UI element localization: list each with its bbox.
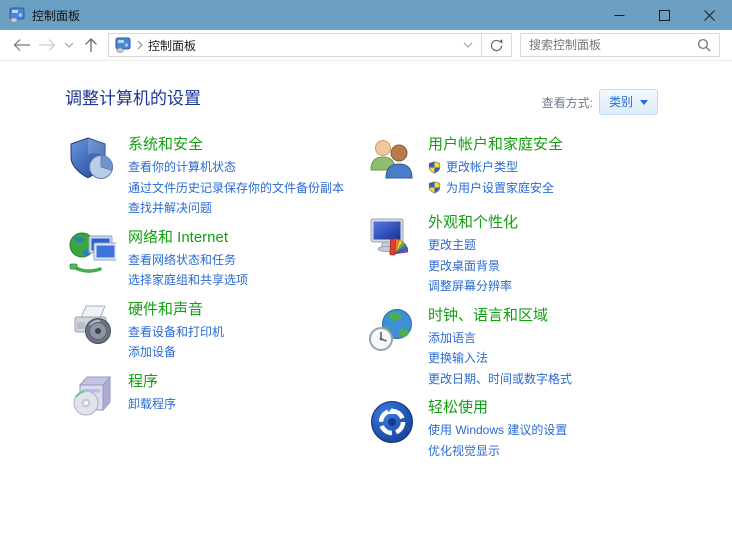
category-sub-link-label: 为用户设置家庭安全 (446, 178, 554, 199)
ease-of-access-icon[interactable] (368, 398, 416, 446)
main-content: 调整计算机的设置 查看方式: 类别 (0, 61, 732, 539)
breadcrumb-arrow-icon[interactable] (137, 40, 143, 50)
programs-icon[interactable] (68, 372, 116, 420)
category-sub-link[interactable]: 为用户设置家庭安全 (428, 178, 563, 199)
view-by-value: 类别 (609, 93, 633, 110)
category-title-link[interactable]: 用户帐户和家庭安全 (428, 133, 563, 157)
category-sub-link[interactable]: 查看你的计算机状态 (128, 157, 344, 178)
minimize-button[interactable] (597, 0, 642, 30)
clock-language-region-icon[interactable] (368, 306, 416, 354)
refresh-button[interactable] (481, 33, 512, 57)
forward-button[interactable] (34, 32, 60, 58)
category-sub-link[interactable]: 使用 Windows 建议的设置 (428, 420, 567, 441)
category-sub-link[interactable]: 查找并解决问题 (128, 198, 344, 219)
category-clock-language-region: 时钟、语言和区域 添加语言 更换输入法 更改日期、时间或数字格式 (368, 304, 668, 390)
category-sub-link[interactable]: 更换输入法 (428, 348, 572, 369)
recent-pages-chevron[interactable] (60, 32, 78, 58)
category-title-link[interactable]: 系统和安全 (128, 133, 344, 157)
category-columns: 系统和安全 查看你的计算机状态 通过文件历史记录保存你的文件备份副本 查找并解决… (68, 133, 732, 468)
category-ease-of-access: 轻松使用 使用 Windows 建议的设置 优化视觉显示 (368, 396, 668, 461)
category-programs: 程序 卸载程序 (68, 370, 368, 420)
category-title-link[interactable]: 程序 (128, 370, 176, 394)
appearance-personalization-icon[interactable] (368, 213, 416, 261)
user-accounts-icon[interactable] (368, 135, 416, 183)
category-title-link[interactable]: 轻松使用 (428, 396, 567, 420)
control-panel-icon[interactable] (9, 7, 25, 23)
view-by-label: 查看方式: (542, 94, 593, 111)
system-security-icon[interactable] (68, 135, 116, 183)
uac-shield-icon (428, 161, 441, 174)
maximize-button[interactable] (642, 0, 687, 30)
search-box (520, 33, 720, 57)
hardware-sound-icon[interactable] (68, 300, 116, 348)
category-user-accounts-family-safety: 用户帐户和家庭安全 更改帐户类型 (368, 133, 668, 198)
breadcrumb[interactable]: 控制面板 (148, 37, 196, 54)
category-sub-link[interactable]: 选择家庭组和共享选项 (128, 270, 248, 291)
search-input[interactable] (521, 38, 697, 52)
category-appearance-personalization: 外观和个性化 更改主题 更改桌面背景 调整屏幕分辨率 (368, 211, 668, 297)
address-bar[interactable]: 控制面板 (108, 33, 482, 57)
right-column: 用户帐户和家庭安全 更改帐户类型 (368, 133, 668, 468)
category-sub-link[interactable]: 添加语言 (428, 328, 572, 349)
view-by-dropdown[interactable]: 类别 (599, 89, 658, 115)
category-network-and-internet: 网络和 Internet 查看网络状态和任务 选择家庭组和共享选项 (68, 226, 368, 291)
category-title-link[interactable]: 硬件和声音 (128, 298, 224, 322)
category-title-link[interactable]: 网络和 Internet (128, 226, 248, 250)
window-controls (597, 0, 732, 30)
left-column: 系统和安全 查看你的计算机状态 通过文件历史记录保存你的文件备份副本 查找并解决… (68, 133, 368, 468)
category-sub-link[interactable]: 更改桌面背景 (428, 256, 518, 277)
close-button[interactable] (687, 0, 732, 30)
uac-shield-icon (428, 181, 441, 194)
category-sub-link[interactable]: 添加设备 (128, 342, 224, 363)
up-button[interactable] (78, 32, 104, 58)
category-sub-link[interactable]: 查看网络状态和任务 (128, 250, 248, 271)
category-sub-link[interactable]: 通过文件历史记录保存你的文件备份副本 (128, 178, 344, 199)
category-sub-link[interactable]: 卸载程序 (128, 394, 176, 415)
address-dropdown-chevron[interactable] (463, 42, 473, 48)
category-system-and-security: 系统和安全 查看你的计算机状态 通过文件历史记录保存你的文件备份副本 查找并解决… (68, 133, 368, 219)
category-hardware-and-sound: 硬件和声音 查看设备和打印机 添加设备 (68, 298, 368, 363)
window-title: 控制面板 (32, 7, 80, 24)
category-sub-link[interactable]: 更改帐户类型 (428, 157, 563, 178)
category-title-link[interactable]: 外观和个性化 (428, 211, 518, 235)
navigation-bar: 控制面板 (0, 30, 732, 61)
page-header: 调整计算机的设置 查看方式: 类别 (0, 61, 732, 115)
category-title-link[interactable]: 时钟、语言和区域 (428, 304, 572, 328)
view-by-control: 查看方式: 类别 (542, 89, 658, 115)
control-panel-window: 控制面板 (0, 0, 732, 539)
category-sub-link[interactable]: 更改日期、时间或数字格式 (428, 369, 572, 390)
page-title: 调整计算机的设置 (65, 87, 201, 111)
category-sub-link[interactable]: 优化视觉显示 (428, 441, 567, 462)
category-sub-link[interactable]: 查看设备和打印机 (128, 322, 224, 343)
category-sub-link-label: 更改帐户类型 (446, 157, 518, 178)
titlebar: 控制面板 (0, 0, 732, 30)
category-sub-link[interactable]: 调整屏幕分辨率 (428, 276, 518, 297)
network-internet-icon[interactable] (68, 228, 116, 276)
search-icon (697, 38, 711, 52)
category-sub-link[interactable]: 更改主题 (428, 235, 518, 256)
dropdown-triangle-icon (640, 100, 648, 105)
back-button[interactable] (8, 32, 34, 58)
control-panel-icon (115, 37, 131, 53)
